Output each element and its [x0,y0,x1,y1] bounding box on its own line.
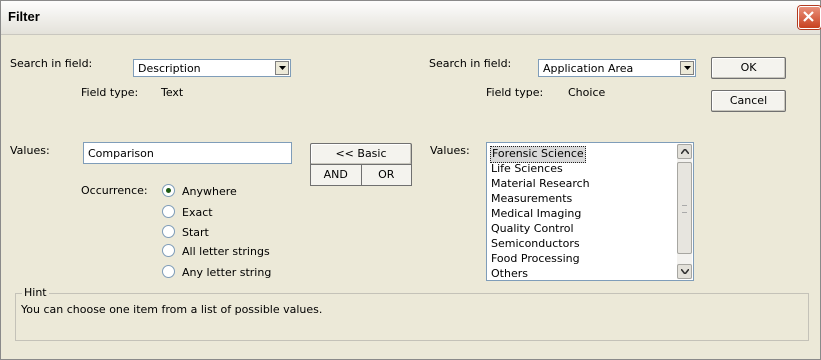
right-search-field-select[interactable]: Application Area [538,59,696,77]
radio-exact[interactable]: Exact [162,205,213,221]
right-dropdown-button[interactable] [680,61,694,75]
left-search-field-value: Description [138,62,201,75]
cancel-button[interactable]: Cancel [711,90,786,112]
radio-label: All letter strings [182,245,270,258]
radio-all-letter-strings[interactable]: All letter strings [162,244,270,260]
occurrence-label: Occurrence: [81,184,148,197]
radio-any-letter-string[interactable]: Any letter string [162,265,271,281]
hint-legend: Hint [22,286,49,299]
values-listbox[interactable]: Forensic Science Life Sciences Material … [486,142,694,281]
scroll-down-button[interactable] [677,264,692,279]
radio-label: Anywhere [182,185,237,198]
radio-label: Exact [182,206,213,219]
list-item[interactable]: Life Sciences [490,161,564,176]
and-or-toggle: AND OR [310,164,412,186]
radio-indicator[interactable] [162,244,175,257]
close-button[interactable] [798,6,821,29]
right-fieldtype-value: Choice [568,86,606,99]
right-fieldtype-label: Field type: [486,86,544,99]
radio-indicator[interactable] [162,205,175,218]
and-button[interactable]: AND [311,165,362,185]
radio-indicator[interactable] [162,225,175,238]
chevron-up-icon [681,149,689,154]
left-fieldtype-label: Field type: [81,86,139,99]
radio-label: Any letter string [182,266,272,279]
left-fieldtype-value: Text [161,86,184,99]
list-item[interactable]: Others [490,266,529,280]
radio-start[interactable]: Start [162,225,209,241]
title-bar[interactable]: Filter [1,1,821,35]
left-dropdown-button[interactable] [275,61,289,75]
window-title: Filter [8,9,40,24]
right-search-label: Search in field: [429,57,512,70]
chevron-down-icon [279,66,286,70]
hint-group: Hint You can choose one item from a list… [15,286,809,341]
scroll-thumb[interactable] [677,162,692,254]
filter-dialog: Filter Search in field: Description Fiel… [0,0,821,360]
left-search-label: Search in field: [10,57,93,70]
values-input-field[interactable] [88,144,278,162]
left-values-label: Values: [10,144,50,157]
listbox-scrollbar[interactable] [677,144,692,279]
scroll-up-button[interactable] [677,144,692,159]
right-search-field-value: Application Area [543,62,634,75]
radio-label: Start [182,226,209,239]
radio-indicator[interactable] [162,265,175,278]
radio-anywhere[interactable]: Anywhere [162,184,237,200]
hint-text: You can choose one item from a list of p… [21,303,323,316]
list-item[interactable]: Measurements [490,191,573,206]
close-icon [803,11,814,22]
list-item[interactable]: Medical Imaging [490,206,582,221]
list-item[interactable]: Semiconductors [490,236,581,251]
ok-button[interactable]: OK [711,57,786,79]
chevron-down-icon [684,66,691,70]
basic-button[interactable]: << Basic [310,143,412,165]
list-item[interactable]: Quality Control [490,221,575,236]
list-item[interactable]: Food Processing [490,251,581,266]
radio-indicator[interactable] [162,184,175,197]
or-button[interactable]: OR [362,165,412,185]
right-values-label: Values: [430,144,470,157]
left-search-field-select[interactable]: Description [133,59,291,77]
values-text-input[interactable] [83,142,292,164]
list-item[interactable]: Material Research [490,176,591,191]
chevron-down-icon [681,269,689,274]
